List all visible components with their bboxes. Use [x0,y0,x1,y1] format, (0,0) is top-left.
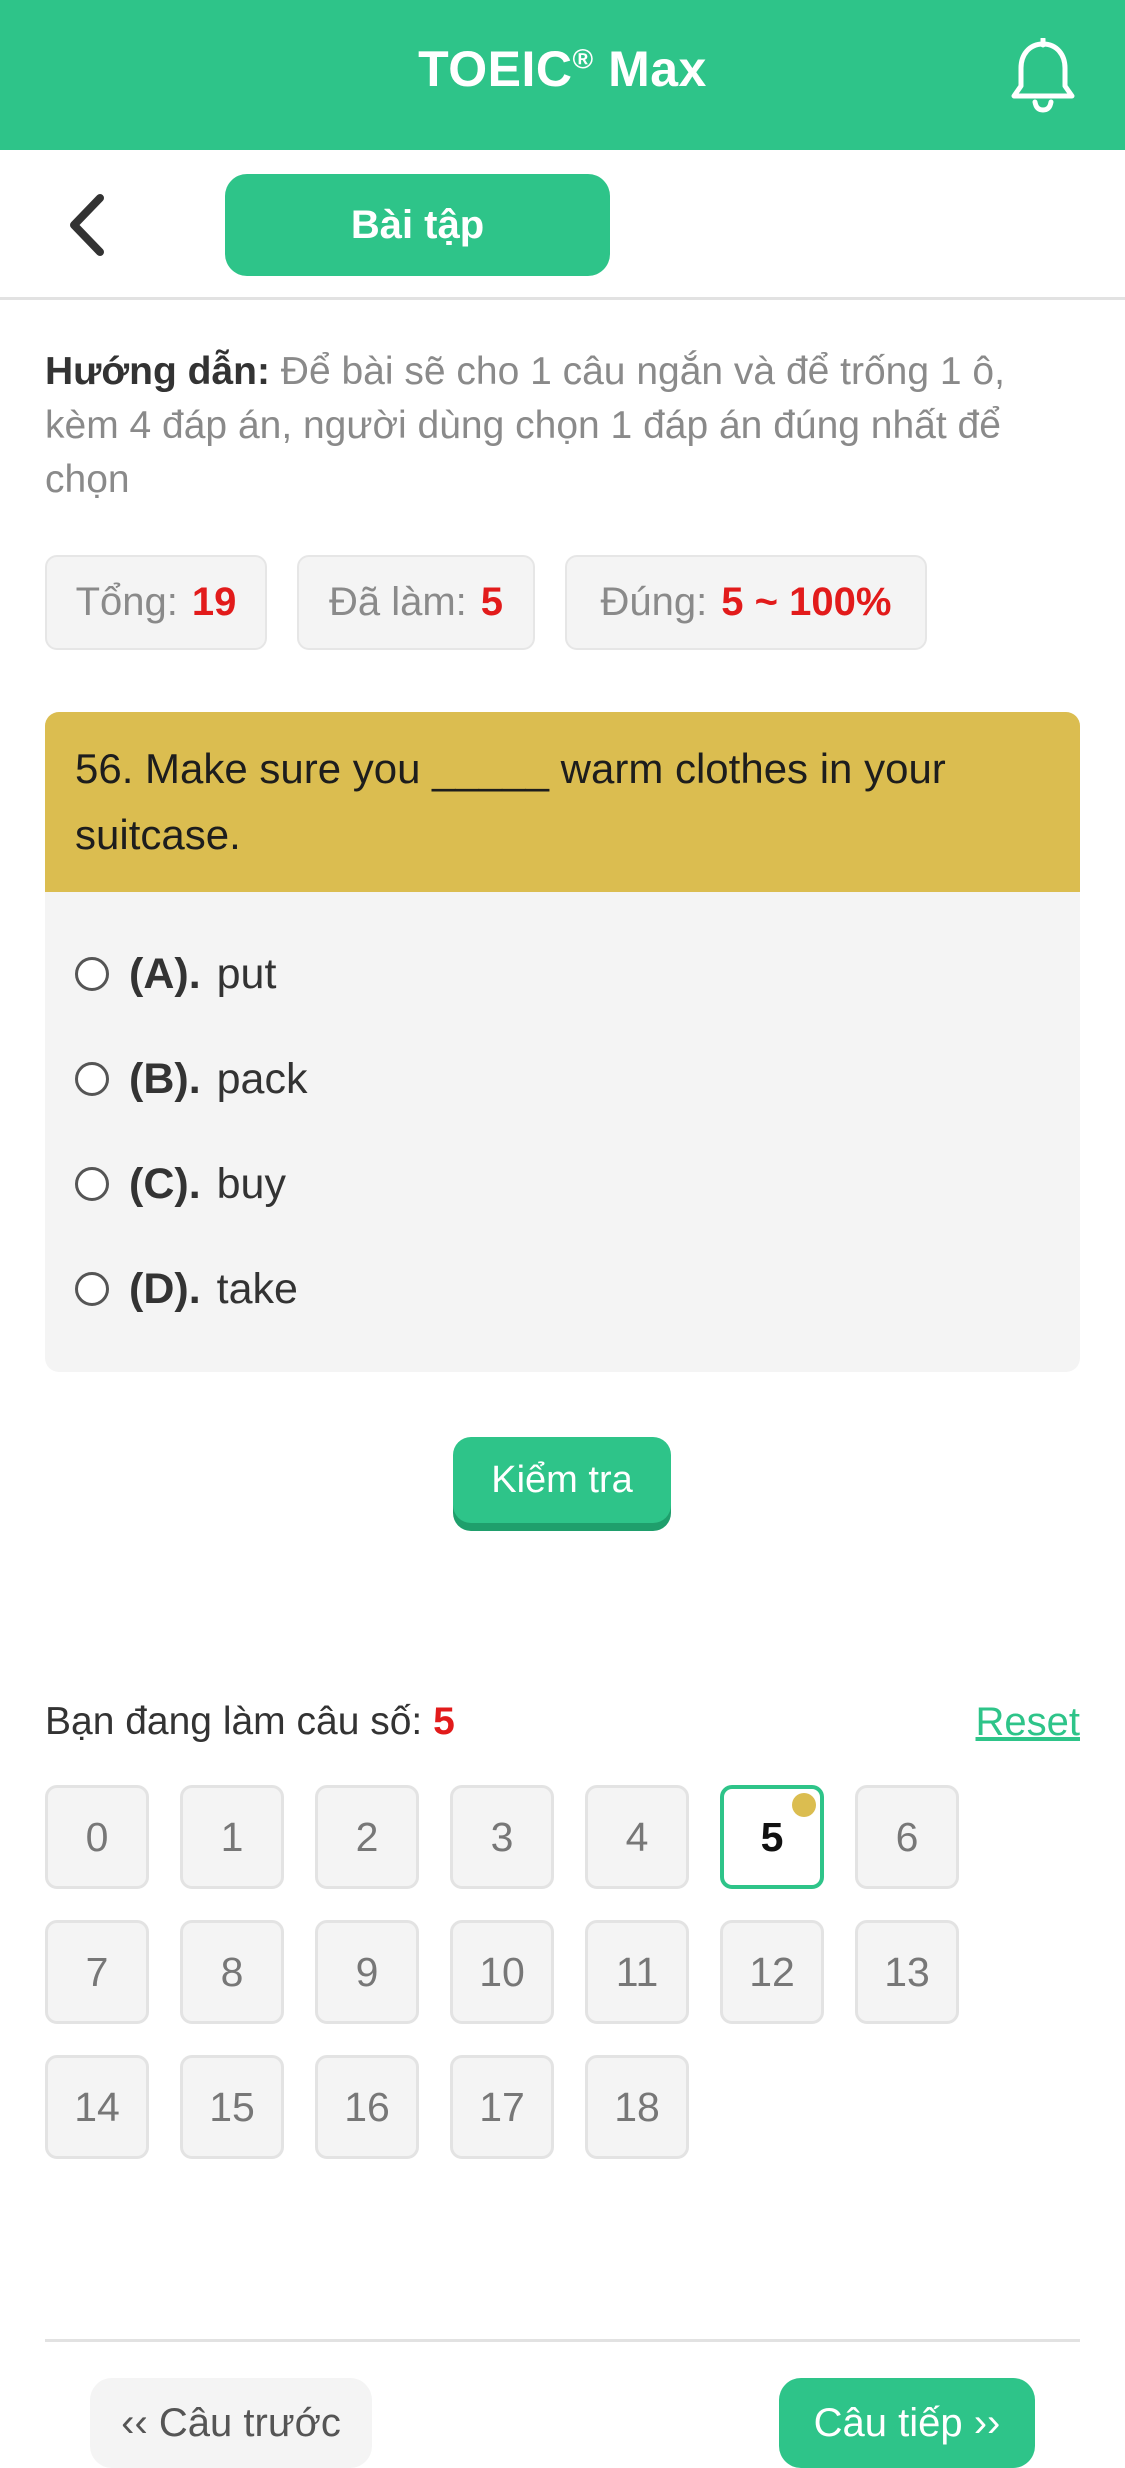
question-number-button[interactable]: 18 [585,2055,689,2159]
stat-total-value: 19 [191,580,237,624]
instructions: Hướng dẫn: Để bài sẽ cho 1 câu ngắn và đ… [45,345,1085,507]
stat-total-label: Tổng: [75,580,178,624]
option-text: pack [216,1054,308,1103]
tab-exercise[interactable]: Bài tập [225,174,610,276]
option-b[interactable]: (B). pack [75,1049,307,1109]
status-dot [792,1793,816,1817]
app-title: TOEIC® Max [0,40,1125,98]
radio-button[interactable] [75,957,109,991]
chevron-left-icon[interactable] [60,190,120,260]
radio-button[interactable] [75,1167,109,1201]
reset-link[interactable]: Reset [976,1700,1081,1745]
question-number-button[interactable]: 0 [45,1785,149,1889]
radio-button[interactable] [75,1062,109,1096]
app-header: TOEIC® Max [0,0,1125,150]
stat-done-label: Đã làm: [328,580,467,624]
option-c[interactable]: (C). buy [75,1154,286,1214]
progress-label-text: Bạn đang làm câu số: [45,1700,423,1743]
question-number-button[interactable]: 8 [180,1920,284,2024]
question-number-button[interactable]: 3 [450,1785,554,1889]
bell-icon[interactable] [1008,38,1078,114]
stat-correct-value: 5 ~ 100% [721,580,892,624]
question-card: 56. Make sure you _____ warm clothes in … [45,712,1080,1372]
option-letter: (D). [129,1264,201,1313]
question-number-button[interactable]: 17 [450,2055,554,2159]
stat-total: Tổng: 19 [45,555,267,650]
option-text: buy [216,1159,286,1208]
registered-mark: ® [572,43,594,75]
question-number-button[interactable]: 15 [180,2055,284,2159]
question-number-button[interactable]: 6 [855,1785,959,1889]
question-number-button[interactable]: 13 [855,1920,959,2024]
stat-done: Đã làm: 5 [297,555,535,650]
question-number-button[interactable]: 11 [585,1920,689,2024]
option-text: put [216,949,277,998]
question-number-button-current[interactable]: 5 [720,1785,824,1889]
next-question-button[interactable]: Câu tiếp ›› [779,2378,1035,2468]
option-text: take [216,1264,298,1313]
progress-label: Bạn đang làm câu số: 5 [45,1700,455,1744]
question-number-label: 5 [760,1813,784,1860]
option-letter: (B). [129,1054,201,1103]
question-number-button[interactable]: 16 [315,2055,419,2159]
question-text: 56. Make sure you _____ warm clothes in … [45,712,1080,892]
question-number-button[interactable]: 2 [315,1785,419,1889]
check-button[interactable]: Kiểm tra [453,1437,671,1523]
question-number-button[interactable]: 4 [585,1785,689,1889]
previous-question-button[interactable]: ‹‹ Câu trước [90,2378,372,2468]
question-number-button[interactable]: 7 [45,1920,149,2024]
question-number-button[interactable]: 14 [45,2055,149,2159]
option-a[interactable]: (A). put [75,944,276,1004]
radio-button[interactable] [75,1272,109,1306]
question-number-button[interactable]: 10 [450,1920,554,2024]
app-title-suffix: Max [608,41,707,97]
option-letter: (A). [129,949,201,998]
app-title-name: TOEIC [418,41,573,97]
option-letter: (C). [129,1159,201,1208]
stat-correct: Đúng: 5 ~ 100% [565,555,927,650]
question-number-button[interactable]: 9 [315,1920,419,2024]
subheader: Bài tập [0,150,1125,300]
question-number-button[interactable]: 12 [720,1920,824,2024]
stat-correct-label: Đúng: [600,580,708,624]
option-d[interactable]: (D). take [75,1259,298,1319]
question-number-button[interactable]: 1 [180,1785,284,1889]
instructions-label: Hướng dẫn: [45,350,270,393]
current-question-number: 5 [433,1700,455,1743]
footer-divider [45,2339,1080,2342]
stat-done-value: 5 [480,580,504,624]
